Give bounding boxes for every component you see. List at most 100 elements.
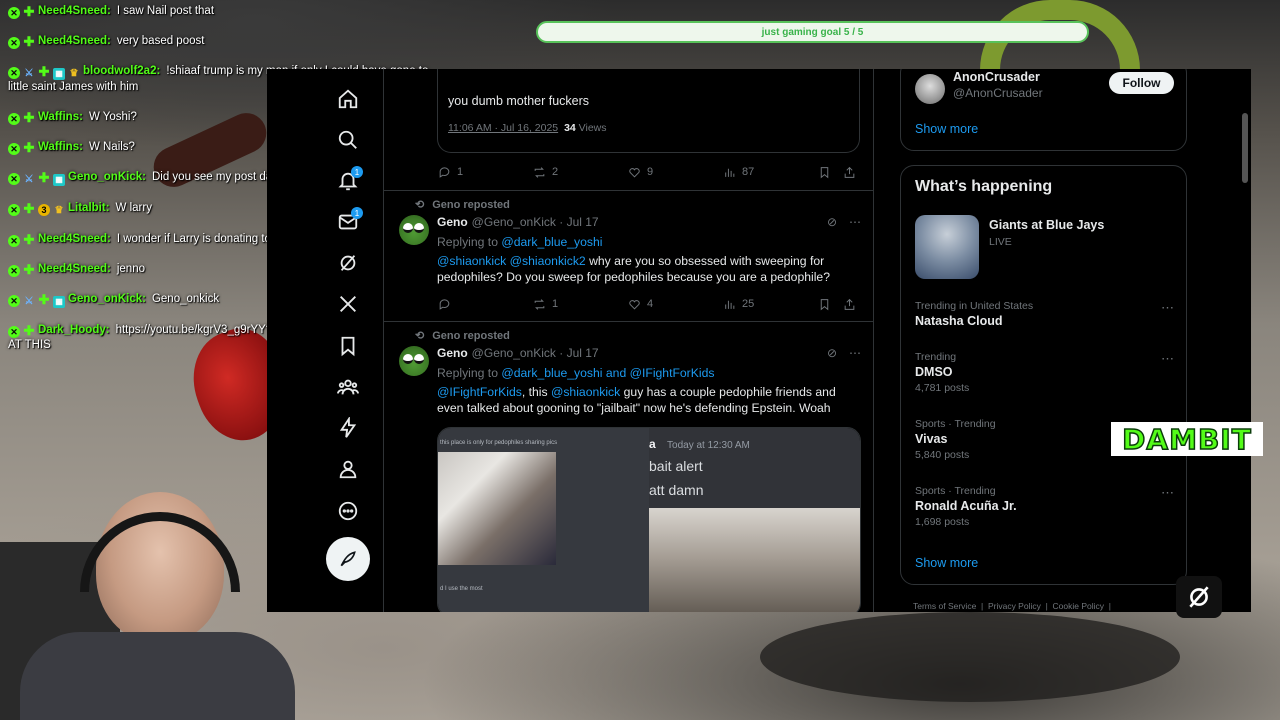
reply-button[interactable] — [438, 298, 533, 311]
privacy-link[interactable]: Privacy Policy — [988, 601, 1041, 611]
chat-username[interactable]: Geno_onKick: — [68, 293, 146, 305]
views-button[interactable]: 87 — [723, 166, 818, 179]
more-options-icon[interactable]: ⋯ — [1161, 485, 1175, 501]
mod-x-icon: ✕ — [8, 295, 20, 307]
mention-links[interactable]: @shiaonkick @shiaonkick2 — [437, 254, 586, 268]
chat-text: W larry — [115, 202, 152, 214]
follow-button[interactable]: Follow — [1109, 72, 1174, 94]
lightning-icon — [339, 417, 357, 438]
trend-image[interactable] — [915, 215, 979, 279]
compose-post-button[interactable] — [326, 537, 370, 581]
chat-username[interactable]: Geno_onKick: — [68, 171, 146, 183]
chat-username[interactable]: bloodwolf2a2: — [83, 65, 160, 77]
nav-profile[interactable] — [333, 454, 363, 484]
reply-icon — [439, 166, 450, 178]
chat-text: Geno_onkick — [151, 293, 220, 305]
room-photo — [649, 508, 860, 612]
nav-home[interactable] — [333, 84, 363, 114]
trend-count: 4,781 posts — [915, 382, 970, 394]
replying-to-link[interactable]: @dark_blue_yoshi — [501, 235, 602, 249]
media-image-left[interactable]: this place is only for pedophiles sharin… — [438, 428, 649, 612]
repost-button[interactable]: 1 — [533, 298, 628, 311]
kick-logo — [1176, 576, 1222, 618]
nav-grok[interactable] — [333, 248, 363, 278]
webcam-overlay — [0, 492, 295, 720]
more-options-icon[interactable]: ⋯ — [849, 215, 861, 229]
bookmark-button[interactable] — [818, 298, 843, 311]
trend-item[interactable]: Trending DMSO 4,781 posts ⋯ — [915, 351, 1175, 394]
avatar[interactable] — [399, 346, 429, 376]
like-button[interactable]: 9 — [628, 166, 723, 179]
mention-link[interactable]: @IFightForKids — [437, 385, 522, 399]
trend-meta: Sports · Trending — [915, 485, 996, 497]
avatar[interactable] — [399, 215, 429, 245]
mod-x-icon: ✕ — [8, 265, 20, 277]
featured-trend-name[interactable]: Giants at Blue Jays — [989, 218, 1104, 232]
quoted-tweet-time[interactable]: 11:06 AM · Jul 16, 2025 — [448, 122, 558, 134]
grok-icon[interactable]: ⊘ — [827, 346, 837, 360]
views-count: 25 — [742, 298, 755, 310]
more-options-icon[interactable]: ⋯ — [1161, 300, 1175, 316]
mention-link[interactable]: @shiaonkick — [551, 385, 620, 399]
nav-notifications[interactable]: 1 — [333, 166, 363, 196]
display-name[interactable]: Geno — [437, 346, 468, 360]
share-button[interactable] — [843, 166, 856, 179]
repost-button[interactable]: 2 — [533, 166, 628, 179]
nav-explore[interactable] — [333, 125, 363, 155]
display-name[interactable]: Geno — [437, 215, 468, 229]
more-options-icon[interactable]: ⋯ — [1161, 351, 1175, 367]
trend-item[interactable]: Trending in United States Natasha Cloud … — [915, 300, 1175, 328]
footer-links: Terms of Service | Privacy Policy | Cook… — [913, 601, 1111, 611]
share-button[interactable] — [843, 298, 856, 311]
trend-count: 1,698 posts — [915, 516, 970, 528]
chat-username[interactable]: Waffins: — [38, 111, 83, 123]
nav-communities[interactable] — [333, 372, 363, 402]
more-options-icon[interactable]: ⋯ — [849, 346, 861, 360]
scrollbar[interactable] — [1242, 113, 1248, 183]
reply-button[interactable]: 1 — [438, 166, 533, 179]
handle-and-date[interactable]: @Geno_onKick · Jul 17 — [472, 346, 599, 360]
share-icon — [844, 298, 855, 310]
nav-bookmarks[interactable] — [333, 331, 363, 361]
nav-messages[interactable]: 1 — [333, 207, 363, 237]
show-more-link[interactable]: Show more — [915, 556, 978, 570]
plus-badge-icon: ✚ — [38, 64, 50, 79]
quoted-tweet-text: you dumb mother fuckers — [448, 94, 590, 108]
terms-link[interactable]: Terms of Service — [913, 601, 976, 611]
chat-username[interactable]: Need4Sneed: — [38, 233, 111, 245]
cookie-link[interactable]: Cookie Policy — [1053, 601, 1105, 611]
discord-time: Today at 12:30 AM — [667, 440, 750, 451]
media-image-right[interactable]: a Today at 12:30 AM bait alert att damn — [649, 428, 860, 612]
show-more-link[interactable]: Show more — [915, 122, 978, 136]
replying-to-link[interactable]: @dark_blue_yoshi and @IFightForKids — [501, 366, 714, 380]
suggested-user-handle[interactable]: @AnonCrusader — [953, 86, 1043, 100]
views-chart-icon — [725, 168, 735, 177]
dambit-text: DAMBIT — [1121, 422, 1252, 457]
nav-more[interactable] — [333, 496, 363, 526]
chat-username[interactable]: Dark_Hoody: — [38, 324, 110, 336]
sword-badge-icon: ⚔ — [24, 68, 34, 79]
grok-icon[interactable]: ⊘ — [827, 215, 837, 229]
suggested-user-name[interactable]: AnonCrusader — [953, 70, 1040, 84]
bookmark-button[interactable] — [818, 166, 843, 179]
mod-x-icon: ✕ — [8, 67, 20, 79]
chat-username[interactable]: Need4Sneed: — [38, 263, 111, 275]
handle-and-date[interactable]: @Geno_onKick · Jul 17 — [472, 215, 599, 229]
views-button[interactable]: 25 — [723, 298, 818, 311]
avatar[interactable] — [915, 74, 945, 104]
chat-username[interactable]: Waffins: — [38, 141, 83, 153]
chat-username[interactable]: Need4Sneed: — [38, 5, 111, 17]
nav-premium[interactable] — [333, 413, 363, 443]
nav-x[interactable] — [333, 289, 363, 319]
replying-to: Replying to @dark_blue_yoshi and @IFight… — [437, 365, 861, 381]
like-button[interactable]: 4 — [628, 298, 723, 311]
trend-item[interactable]: Sports · Trending Ronald Acuña Jr. 1,698… — [915, 485, 1175, 528]
grok-icon — [340, 255, 356, 271]
divider — [384, 321, 874, 322]
tweet-media[interactable]: this place is only for pedophiles sharin… — [437, 427, 861, 612]
chat-username[interactable]: Need4Sneed: — [38, 35, 111, 47]
heart-icon — [629, 299, 640, 310]
quoted-tweet-card[interactable]: you dumb mother fuckers 11:06 AM · Jul 1… — [437, 69, 860, 153]
dambit-sticker: DAMBIT — [1111, 422, 1263, 456]
chat-username[interactable]: Litalbit: — [68, 202, 110, 214]
